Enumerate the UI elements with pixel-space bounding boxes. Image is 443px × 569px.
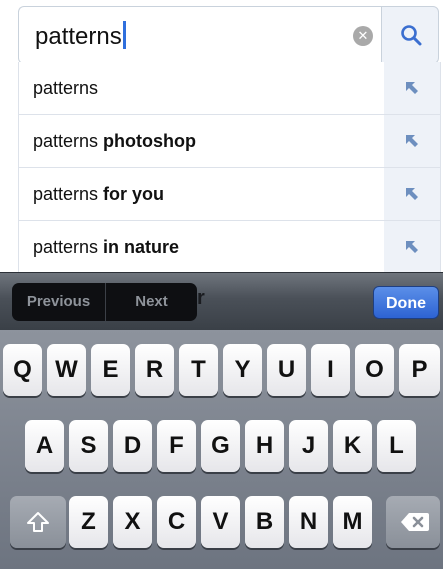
key-d[interactable]: D [113, 420, 152, 472]
arrow-up-left-icon [406, 135, 418, 147]
key-p[interactable]: P [399, 344, 440, 396]
text-caret [122, 21, 126, 49]
key-y[interactable]: Y [223, 344, 262, 396]
previous-button[interactable]: Previous [12, 283, 106, 321]
fill-suggestion-button[interactable] [384, 221, 440, 273]
key-e[interactable]: E [91, 344, 130, 396]
suggestion-list: patterns patterns photoshop patterns for… [18, 62, 441, 274]
key-a[interactable]: A [25, 420, 64, 472]
keyboard: Q W E R T Y U I O P A S D F G H J K L Z … [0, 330, 443, 569]
suggestion-item[interactable]: patterns [19, 62, 440, 115]
key-b[interactable]: B [245, 496, 284, 548]
fill-suggestion-button[interactable] [384, 168, 440, 220]
shift-key[interactable] [10, 496, 66, 548]
next-button[interactable]: Next [106, 283, 197, 321]
key-k[interactable]: K [333, 420, 372, 472]
key-c[interactable]: C [157, 496, 196, 548]
form-toolbar: Previous Next r Done [0, 272, 443, 330]
suggestion-suffix: photoshop [103, 131, 197, 151]
suggestion-prefix: patterns [33, 78, 99, 98]
suggestion-suffix: in nature [103, 237, 180, 257]
suggestion-item[interactable]: patterns in nature [19, 221, 440, 274]
key-u[interactable]: U [267, 344, 306, 396]
search-button[interactable] [381, 6, 439, 64]
key-x[interactable]: X [113, 496, 152, 548]
key-v[interactable]: V [201, 496, 240, 548]
done-button[interactable]: Done [373, 286, 439, 319]
key-l[interactable]: L [377, 420, 416, 472]
suggestion-suffix: for you [103, 184, 165, 204]
key-g[interactable]: G [201, 420, 240, 472]
suggestion-prefix: patterns [33, 131, 104, 151]
key-w[interactable]: W [47, 344, 86, 396]
key-h[interactable]: H [245, 420, 284, 472]
key-n[interactable]: N [289, 496, 328, 548]
key-q[interactable]: Q [3, 344, 42, 396]
key-o[interactable]: O [355, 344, 394, 396]
key-r[interactable]: R [135, 344, 174, 396]
arrow-up-left-icon [406, 241, 418, 253]
key-s[interactable]: S [69, 420, 108, 472]
suggestion-prefix: patterns [33, 237, 104, 257]
key-z[interactable]: Z [69, 496, 108, 548]
delete-key[interactable] [386, 496, 440, 548]
obscured-text: r [197, 287, 205, 309]
suggestion-prefix: patterns [33, 184, 104, 204]
backspace-icon [401, 513, 429, 531]
arrow-up-left-icon [406, 82, 418, 94]
key-m[interactable]: M [333, 496, 372, 548]
search-input-value: patterns [35, 23, 122, 50]
key-j[interactable]: J [289, 420, 328, 472]
search-bar: patterns ✕ [18, 6, 441, 66]
key-t[interactable]: T [179, 344, 218, 396]
suggestion-item[interactable]: patterns for you [19, 168, 440, 221]
shift-arrow-icon [27, 512, 49, 532]
prev-next-control: Previous Next [12, 283, 197, 321]
search-input[interactable]: patterns ✕ [18, 6, 381, 64]
magnifier-icon [401, 25, 422, 46]
suggestion-item[interactable]: patterns photoshop [19, 115, 440, 168]
fill-suggestion-button[interactable] [384, 62, 440, 114]
fill-suggestion-button[interactable] [384, 115, 440, 167]
clear-x-icon[interactable]: ✕ [353, 26, 373, 46]
key-i[interactable]: I [311, 344, 350, 396]
key-f[interactable]: F [157, 420, 196, 472]
arrow-up-left-icon [406, 188, 418, 200]
